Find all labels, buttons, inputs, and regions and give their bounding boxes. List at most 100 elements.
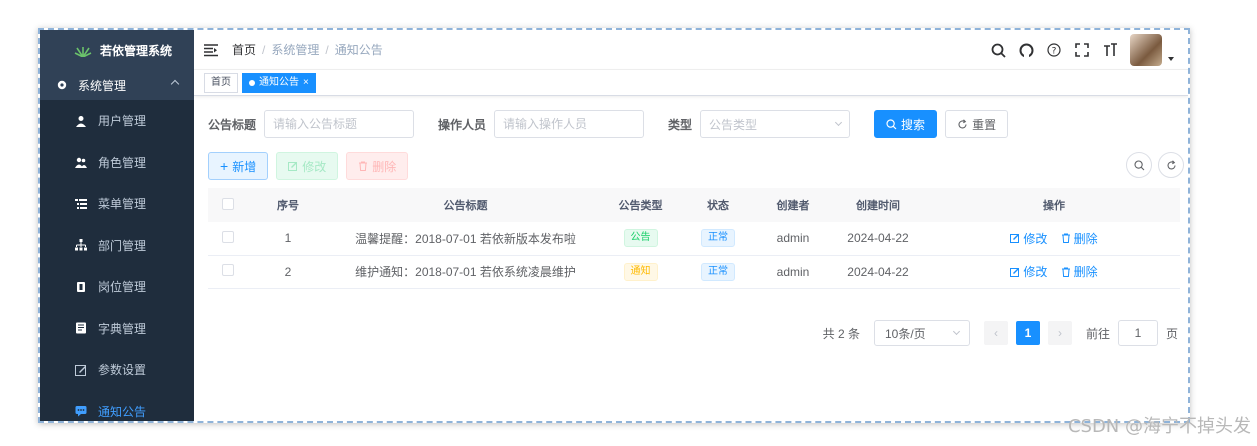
close-icon[interactable]: × [303,74,309,92]
delete-button[interactable]: 删除 [346,152,409,180]
dict-icon [74,321,88,335]
chevron-down-icon [835,118,843,127]
goto-label: 前往 [1085,326,1110,341]
submenu: 用户管理 角色管理 菜单管理 部门管理 岗位管理 字典管理 参数设置 通知公告 [40,100,194,422]
pagination-total: 共 2 条 [822,326,860,341]
sidebar-item-label: 岗位管理 [98,280,147,295]
table-header: 序号 公告标题 公告类型 状态 创建者 创建时间 操作 [208,188,1180,222]
page-1-button[interactable]: 1 [1015,321,1040,345]
table-row: 2 维护通知：2018-07-01 若依系统凌晨维护 通知 正常 admin 2… [208,255,1180,289]
col-header: 公告标题 [328,188,603,222]
watermark: CSDN @海宁不掉头发 [1067,416,1251,437]
sidebar-item-label: 字典管理 [98,321,147,336]
operator-search-input[interactable] [494,110,645,138]
sidebar-item-config[interactable]: 参数设置 [40,349,194,391]
sidebar-item-post[interactable]: 岗位管理 [40,266,194,308]
toggle-search-button[interactable] [1126,152,1152,178]
sidebar-item-notice[interactable]: 通知公告 [40,391,194,422]
type-badge: 公告 [623,229,658,248]
breadcrumb-system[interactable]: 系统管理 [271,41,319,58]
tags-view: 首页 通知公告 × [194,70,1188,96]
row-checkbox[interactable] [222,230,234,243]
edit-icon [1010,234,1020,244]
peoples-icon [74,155,88,169]
prev-page-button[interactable]: ‹ [983,321,1008,345]
tag-notice[interactable]: 通知公告 × [242,72,316,93]
active-dot-icon [249,79,255,86]
post-icon [74,280,88,294]
tag-home[interactable]: 首页 [204,72,238,93]
avatar[interactable] [1130,34,1162,66]
notice-table: 序号 公告标题 公告类型 状态 创建者 创建时间 操作 1 温馨提醒：2018-… [208,188,1180,289]
fullscreen-icon[interactable] [1074,42,1090,58]
next-page-button[interactable]: › [1047,321,1072,345]
add-button[interactable]: + 新增 [208,152,269,180]
sidebar-item-system[interactable]: 系统管理 [40,70,194,100]
col-header: 操作 [928,188,1180,222]
trash-icon [359,161,368,171]
cell-title: 温馨提醒：2018-07-01 若依新版本发布啦 [328,222,603,256]
hamburger-icon[interactable] [204,43,218,57]
breadcrumb-notice: 通知公告 [334,43,383,57]
edit-button[interactable]: 修改 [276,152,339,180]
row-edit-button[interactable]: 修改 [1010,263,1047,280]
sidebar-item-label: 用户管理 [98,114,147,129]
sidebar-item-dict[interactable]: 字典管理 [40,308,194,350]
cell-title: 维护通知：2018-07-01 若依系统凌晨维护 [328,255,603,289]
trash-icon [1061,233,1070,244]
row-delete-button[interactable]: 删除 [1061,230,1098,247]
search-button[interactable]: 搜索 [874,110,938,138]
status-badge: 正常 [701,262,735,281]
navbar: 首页 / 系统管理 / 通知公告 ? [194,30,1188,70]
font-size-icon[interactable] [1102,42,1118,58]
row-edit-button[interactable]: 修改 [1010,230,1047,247]
sidebar-item-label: 角色管理 [98,155,147,170]
sidebar-item-user[interactable]: 用户管理 [40,100,194,142]
sidebar-item-menu[interactable]: 菜单管理 [40,183,194,225]
plus-icon: + [220,158,229,174]
cell-creator: admin [758,255,828,289]
right-menu: ? [990,30,1174,70]
col-header: 创建者 [758,188,828,222]
type-select[interactable]: 公告类型 [700,110,851,138]
page-size-select[interactable]: 10条/页 [873,320,970,346]
sidebar-item-role[interactable]: 角色管理 [40,142,194,184]
user-icon [74,114,88,128]
sidebar-item-dept[interactable]: 部门管理 [40,225,194,267]
select-all-checkbox[interactable] [222,197,234,210]
col-header: 状态 [678,188,758,222]
pagination: 共 2 条 10条/页 ‹ 1 › 前往 1 页 [823,320,1178,346]
breadcrumb-home[interactable]: 首页 [232,41,256,58]
title-search-input[interactable] [264,110,415,138]
search-icon [886,118,897,129]
toolbar: + 新增 修改 删除 [208,152,1184,180]
row-delete-button[interactable]: 删除 [1061,263,1098,280]
refresh-button[interactable] [1158,152,1184,178]
cell-id: 1 [248,222,328,256]
reset-button[interactable]: 重置 [945,110,1009,138]
status-badge: 正常 [701,229,735,248]
row-checkbox[interactable] [222,264,234,276]
caret-down-icon[interactable] [1168,57,1174,61]
type-badge: 通知 [623,262,658,281]
col-header: 公告类型 [603,188,678,222]
app-title: 若依管理系统 [100,43,173,58]
content: 公告标题 操作人员 类型 公告类型 搜索 重置 [194,96,1188,289]
chevron-up-icon [170,79,180,89]
refresh-icon [1166,159,1176,169]
cell-creator: admin [758,222,828,256]
logo[interactable]: 若依管理系统 [40,30,194,70]
question-icon[interactable]: ? [1046,42,1062,58]
chevron-down-icon [952,327,961,336]
table-row: 1 温馨提醒：2018-07-01 若依新版本发布啦 公告 正常 admin 2… [208,222,1180,256]
search-icon[interactable] [990,42,1006,58]
search-icon [1133,159,1144,170]
goto-page-input[interactable]: 1 [1117,320,1158,346]
sidebar: 若依管理系统 系统管理 用户管理 角色管理 菜单管理 部门管理 岗位管理 字典管… [40,30,194,421]
github-icon[interactable] [1018,42,1034,58]
message-icon [74,404,88,418]
cell-time: 2024-04-22 [828,255,928,289]
tree-table-icon [74,197,88,211]
col-header: 序号 [248,188,328,222]
type-label: 类型 [668,117,693,132]
